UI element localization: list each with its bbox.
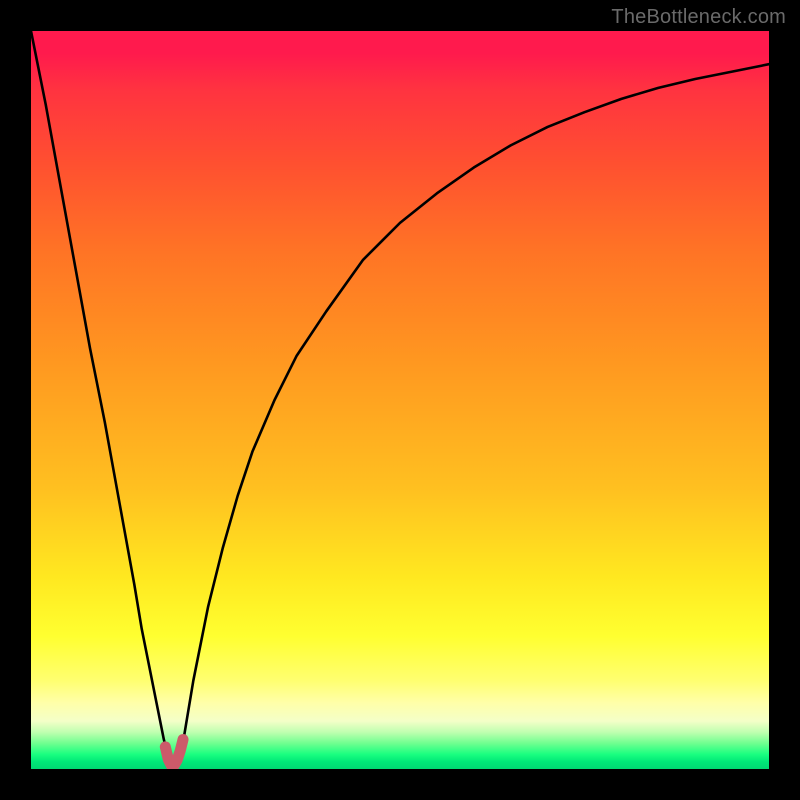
watermark-text: TheBottleneck.com — [611, 6, 786, 29]
minimum-marker — [165, 739, 183, 765]
curve-layer — [31, 31, 769, 769]
bottleneck-curve — [31, 31, 769, 765]
chart-frame: TheBottleneck.com — [0, 0, 800, 800]
plot-area — [31, 31, 769, 769]
